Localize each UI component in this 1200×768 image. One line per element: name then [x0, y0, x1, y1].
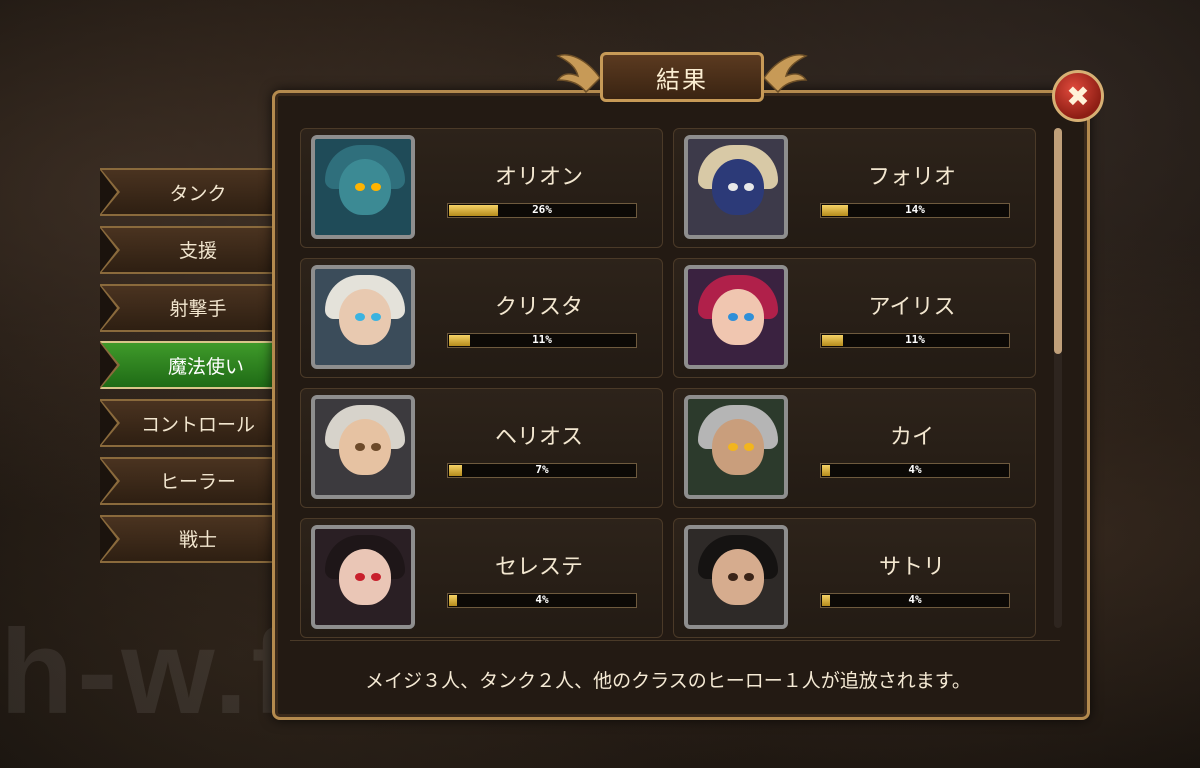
hero-name: サトリ: [878, 555, 945, 580]
hero-portrait: [684, 265, 788, 369]
scrollbar-thumb[interactable]: [1054, 128, 1062, 354]
hero-name: オリオン: [494, 165, 583, 190]
hero-card-celeste[interactable]: セレステ 4%: [300, 518, 663, 638]
hero-card-orion[interactable]: オリオン 26%: [300, 128, 663, 248]
hero-card-iris[interactable]: アイリス 11%: [673, 258, 1036, 378]
pick-rate-bar: 26%: [447, 203, 637, 218]
hero-card-kai[interactable]: カイ 4%: [673, 388, 1036, 508]
tab-label: 支援: [178, 240, 217, 263]
hero-card-krista[interactable]: クリスタ 11%: [300, 258, 663, 378]
pick-rate-bar: 4%: [820, 463, 1010, 478]
hero-portrait: [684, 135, 788, 239]
hero-card-satori[interactable]: サトリ 4%: [673, 518, 1036, 638]
hero-name: カイ: [889, 425, 934, 450]
hero-portrait: [684, 395, 788, 499]
tab-tank[interactable]: タンク: [100, 168, 280, 216]
hero-card-folio[interactable]: フォリオ 14%: [673, 128, 1036, 248]
pick-rate-bar: 11%: [820, 333, 1010, 348]
close-button[interactable]: ✖: [1052, 70, 1104, 122]
pick-rate-bar: 14%: [820, 203, 1010, 218]
pick-rate-text: 4%: [535, 593, 549, 606]
tab-label: 射撃手: [169, 298, 227, 321]
hero-name: クリスタ: [494, 295, 583, 320]
hero-portrait: [684, 525, 788, 629]
tab-mage[interactable]: 魔法使い: [100, 341, 310, 390]
page-title: 結果: [600, 52, 764, 102]
hero-portrait: [311, 135, 415, 239]
pick-rate-bar: 7%: [447, 463, 637, 478]
hero-name: ヘリオス: [494, 425, 583, 450]
tab-healer[interactable]: ヒーラー: [100, 456, 280, 505]
pick-rate-text: 7%: [535, 463, 549, 476]
hero-portrait: [311, 265, 415, 369]
tab-label: 戦士: [178, 529, 217, 552]
wing-ornament-icon: [764, 54, 808, 94]
pick-rate-bar: 11%: [447, 333, 637, 348]
close-icon: ✖: [1066, 79, 1090, 113]
hero-portrait: [311, 395, 415, 499]
tab-label: ヒーラー: [159, 471, 236, 494]
tab-marksman[interactable]: 射撃手: [100, 283, 280, 332]
hero-name: アイリス: [868, 295, 956, 320]
divider: [290, 640, 1060, 641]
hero-card-helios[interactable]: ヘリオス 7%: [300, 388, 663, 508]
wing-ornament-icon: [556, 54, 600, 94]
tab-label: 魔法使い: [167, 355, 244, 378]
hero-name: フォリオ: [867, 165, 956, 190]
pick-rate-text: 4%: [908, 463, 922, 476]
footer-message: メイジ３人、タンク２人、他のクラスのヒーロー１人が追放されます。: [365, 669, 971, 692]
pick-rate-text: 4%: [908, 593, 922, 606]
tab-warrior[interactable]: 戦士: [100, 514, 280, 563]
hero-name: セレステ: [494, 555, 583, 580]
pick-rate-bar: 4%: [447, 593, 637, 608]
tab-control[interactable]: コントロール: [100, 399, 280, 448]
pick-rate-text: 26%: [532, 203, 552, 216]
hero-portrait: [311, 525, 415, 629]
tab-label: コントロール: [140, 413, 255, 436]
tab-support[interactable]: 支援: [100, 225, 280, 274]
pick-rate-text: 11%: [532, 333, 552, 346]
pick-rate-text: 14%: [905, 203, 925, 216]
pick-rate-bar: 4%: [820, 593, 1010, 608]
pick-rate-text: 11%: [905, 333, 925, 346]
class-tabs: タンク 支援 射撃手 魔法使い コントロール ヒーラー 戦士: [100, 168, 310, 573]
tab-label: タンク: [169, 182, 227, 205]
